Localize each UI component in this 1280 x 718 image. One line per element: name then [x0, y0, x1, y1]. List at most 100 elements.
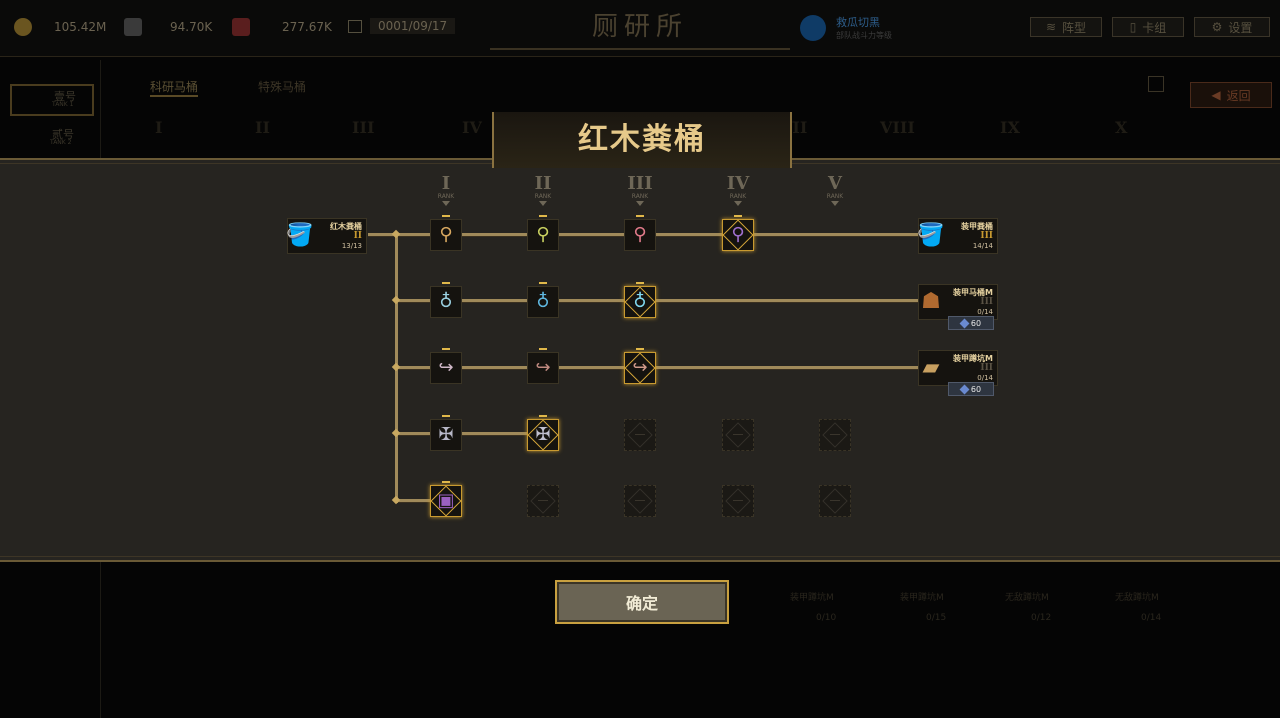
top-bar: 105.42M 94.70K 277.67K 0001/09/17 厕研所 救瓜…: [0, 0, 1280, 57]
bg-item-count: 0/14: [1141, 613, 1162, 623]
pipe-icon: ↪: [535, 357, 551, 378]
bg-item-name: 装甲蹲坑M: [900, 593, 944, 603]
bg-rank-label: II: [255, 118, 270, 137]
item-rank: III: [980, 297, 993, 307]
cost-value: 60: [970, 318, 982, 328]
plunger-icon: [232, 18, 250, 36]
bg-item: 无敌蹲坑M 0/14: [1115, 590, 1161, 623]
rank-numeral: II: [534, 173, 552, 194]
level-pip: [442, 481, 450, 483]
bg-rank-label: IV: [462, 118, 482, 137]
tank-slot-sub: TANK 1: [52, 101, 74, 108]
level-pip: [442, 415, 450, 417]
formation-label: 阵型: [1062, 20, 1087, 35]
modal-title-banner: 红木粪桶: [492, 112, 792, 168]
arrow-left-icon: ◀: [1211, 88, 1221, 102]
tree-connector-row1: [398, 233, 918, 236]
cost-badge: 60: [948, 382, 994, 396]
tree-connector-row2: [398, 299, 918, 302]
level-pip: [442, 215, 450, 217]
level-pip: [636, 282, 644, 284]
resource-bolts: 94.70K: [124, 18, 212, 36]
plunger-value: 277.67K: [282, 20, 332, 34]
level-pip: [539, 215, 547, 217]
root-item-card[interactable]: 🪣 红木粪桶 II 13/13: [286, 218, 367, 254]
upgrade-node[interactable]: ↪: [527, 348, 559, 384]
page-title: 厕研所: [591, 12, 688, 42]
result-item-card[interactable]: ☗ 装甲马桶M III 0/14: [918, 284, 998, 320]
deck-button[interactable]: ▯ 卡组: [1112, 17, 1184, 37]
formation-button[interactable]: ≋ 阵型: [1030, 17, 1102, 37]
player-subtitle: 部队战斗力等级: [836, 31, 892, 40]
tank-slot-2[interactable]: 贰号 TANK 2: [10, 124, 90, 152]
upgrade-node-selected[interactable]: ▣: [430, 481, 462, 517]
tree-connector-row3: [398, 366, 918, 369]
upgrade-node-selected[interactable]: ⚲: [722, 215, 754, 251]
bg-item: 无敌蹲坑M 0/12: [1005, 590, 1051, 623]
upgrade-node-selected[interactable]: ↪: [624, 348, 656, 384]
level-pip: [442, 282, 450, 284]
player-name: 救瓜切黑: [836, 16, 880, 29]
confirm-button[interactable]: 确定: [555, 580, 729, 624]
dropdown-toggle[interactable]: [1148, 76, 1164, 92]
chevron-down-icon: [734, 201, 742, 206]
chevron-down-icon: [539, 201, 547, 206]
bg-rank-label: III: [352, 118, 375, 137]
settings-label: 设置: [1228, 20, 1253, 35]
locked-node: [819, 485, 851, 517]
bg-item-name: 无敌蹲坑M: [1005, 593, 1049, 603]
tab-research[interactable]: 科研马桶: [150, 78, 199, 97]
settings-button[interactable]: ⚙ 设置: [1194, 17, 1270, 37]
gem-icon: [959, 384, 970, 394]
chevron-down-icon: [442, 201, 450, 206]
result-item-card[interactable]: 🪣 装甲粪桶 III 14/14: [917, 218, 998, 254]
rank-word: RANK: [437, 193, 455, 200]
turret-icon: ✠: [535, 424, 551, 445]
upgrade-node-selected[interactable]: ✠: [527, 415, 559, 451]
tank-slot-1[interactable]: 壹号 TANK 1: [10, 84, 94, 116]
rank-word: RANK: [631, 193, 649, 200]
bg-item: 装甲蹲坑M 0/10: [790, 590, 836, 623]
rank-header-5: V RANK: [815, 175, 855, 206]
pipe-icon: ↪: [438, 357, 454, 378]
return-button[interactable]: ◀ 返回: [1190, 82, 1272, 108]
level-pip: [442, 348, 450, 350]
upgrade-node[interactable]: ↪: [430, 348, 462, 384]
bg-item-name: 无敌蹲坑M: [1115, 593, 1159, 603]
upgrade-node[interactable]: ✠: [430, 415, 462, 451]
bottle-icon: ♁: [439, 291, 453, 312]
item-count: 14/14: [972, 242, 993, 250]
plunger-icon: ⚲: [439, 224, 453, 245]
upgrade-node[interactable]: ⚲: [624, 215, 656, 251]
locked-node: [819, 419, 851, 451]
resource-plungers: 277.67K: [232, 18, 332, 36]
player-info[interactable]: 救瓜切黑 部队战斗力等级: [800, 14, 892, 41]
plunger-icon: ⚲: [536, 224, 550, 245]
armored-bucket-icon: 🪣: [917, 222, 945, 248]
plunger-icon: ⚲: [731, 224, 745, 245]
cost-value: 60: [970, 384, 982, 394]
item-count: 0/14: [977, 374, 993, 382]
formation-icon: ≋: [1045, 20, 1057, 34]
bg-rank-label: I: [155, 118, 163, 137]
level-pip: [636, 215, 644, 217]
bolt-value: 94.70K: [170, 20, 213, 34]
upgrade-node[interactable]: ♁: [527, 282, 559, 318]
rank-header-4: IV RANK: [718, 175, 758, 206]
cost-badge: 60: [948, 316, 994, 330]
level-pip: [539, 282, 547, 284]
upgrade-node[interactable]: ⚲: [527, 215, 559, 251]
tab-special[interactable]: 特殊马桶: [258, 78, 306, 95]
date-display: 0001/09/17: [348, 18, 456, 34]
coin-icon: [14, 18, 32, 36]
bottle-icon: ♁: [633, 291, 647, 312]
upgrade-node[interactable]: ⚲: [430, 215, 462, 251]
result-item-card[interactable]: ▰ 装甲蹲坑M III 0/14: [918, 350, 998, 386]
deck-label: 卡组: [1142, 20, 1167, 35]
upgrade-node-selected[interactable]: ♁: [624, 282, 656, 318]
avatar[interactable]: [800, 14, 826, 41]
level-pip: [539, 415, 547, 417]
upgrade-node[interactable]: ♁: [430, 282, 462, 318]
rank-numeral: V: [828, 173, 842, 194]
rank-header-3: III RANK: [620, 175, 660, 206]
